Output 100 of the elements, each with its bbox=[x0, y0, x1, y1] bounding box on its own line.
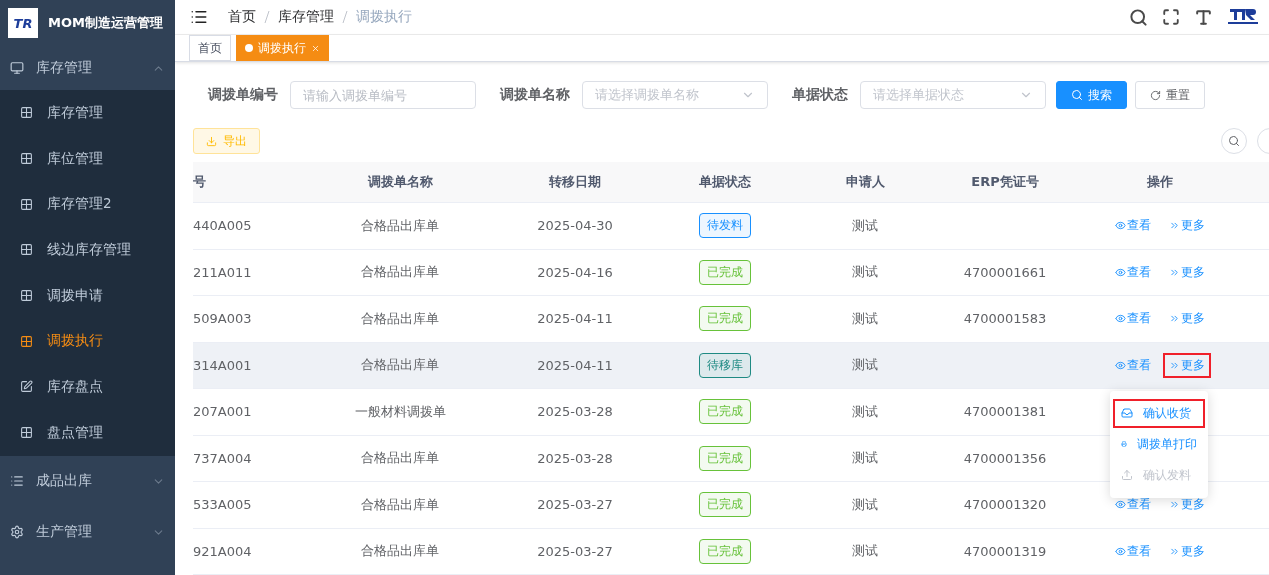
table-cell-text: 211A011 bbox=[193, 264, 253, 280]
table-cell-text: 测试 bbox=[851, 495, 879, 514]
view-link[interactable]: 查看 bbox=[1109, 213, 1157, 239]
more-link[interactable]: 更多 bbox=[1163, 538, 1211, 564]
eye-icon bbox=[1115, 359, 1126, 371]
sidebar-item[interactable]: 库存管理 bbox=[0, 90, 175, 136]
breadcrumb-item[interactable]: 库存管理 bbox=[278, 8, 334, 26]
status-tag: 已完成 bbox=[699, 306, 751, 332]
table-cell-text: 509A003 bbox=[193, 311, 253, 327]
status-tag: 已完成 bbox=[699, 492, 751, 518]
table-cell-text: 314A001 bbox=[193, 357, 253, 373]
table-cell-text: 2025-03-28 bbox=[536, 404, 614, 420]
menu-icon[interactable] bbox=[190, 8, 208, 26]
table-cell-text: 测试 bbox=[851, 402, 879, 421]
eye-icon bbox=[1115, 266, 1126, 278]
table-cell-text: 2025-04-16 bbox=[536, 264, 614, 280]
sidebar-item[interactable]: 库存管理2 bbox=[0, 181, 175, 228]
table-cell-text: 测试 bbox=[851, 263, 879, 282]
fullscreen-icon[interactable] bbox=[1162, 8, 1180, 26]
table-cell-text: 4700001320 bbox=[962, 497, 1048, 513]
table-cell-text: 合格品出库单 bbox=[360, 356, 440, 375]
logo: TR bbox=[8, 8, 38, 38]
table-cell-text: 合格品出库单 bbox=[360, 542, 440, 561]
sidebar-item[interactable]: 调拨执行 bbox=[0, 318, 175, 365]
table-cell-text: 合格品出库单 bbox=[360, 449, 440, 468]
column-header: 操作 bbox=[1146, 173, 1174, 191]
sidebar-item[interactable]: 盘点管理 bbox=[0, 409, 175, 456]
menu-item[interactable]: 确认收货 bbox=[1113, 398, 1205, 428]
reset-button[interactable]: 重置 bbox=[1135, 81, 1205, 109]
search-icon bbox=[1071, 89, 1083, 101]
search-button[interactable]: 搜索 bbox=[1056, 81, 1127, 109]
settings-icon bbox=[10, 525, 24, 539]
more-link[interactable]: 更多 bbox=[1163, 213, 1211, 239]
eye-icon bbox=[1115, 313, 1126, 325]
table-cell-text: 4700001583 bbox=[962, 311, 1048, 327]
slash-icon bbox=[264, 10, 270, 24]
search-icon[interactable] bbox=[1129, 7, 1148, 27]
search-icon bbox=[1228, 135, 1240, 147]
table-cell-text: 4700001661 bbox=[962, 264, 1048, 280]
column-header: ERP凭证号 bbox=[970, 173, 1040, 191]
breadcrumb-item: 调拨执行 bbox=[356, 8, 412, 26]
printer-icon bbox=[1121, 438, 1127, 450]
edit-icon bbox=[20, 380, 33, 394]
status-tag: 已完成 bbox=[699, 399, 751, 425]
table-cell-text: 2025-03-27 bbox=[536, 543, 614, 559]
status-tag: 待发料 bbox=[699, 213, 751, 239]
status-tag: 已完成 bbox=[699, 259, 751, 285]
table-cell-text: 2025-04-11 bbox=[536, 357, 614, 373]
sidebar-item[interactable]: 库存盘点 bbox=[0, 364, 175, 410]
app-title: MOM制造运营管理 bbox=[48, 14, 163, 32]
eye-icon bbox=[1115, 220, 1126, 232]
table-cell-text: 合格品出库单 bbox=[360, 495, 440, 514]
view-link[interactable]: 查看 bbox=[1109, 538, 1157, 564]
table-cell-text: 合格品出库单 bbox=[360, 263, 440, 282]
input-field[interactable]: 请输入调拨单编号 bbox=[290, 81, 476, 109]
table-cell-text: 4700001356 bbox=[962, 450, 1048, 466]
view-link[interactable]: 查看 bbox=[1109, 259, 1157, 285]
column-header: 单据状态 bbox=[698, 173, 752, 191]
table-cell-text: 2025-03-28 bbox=[536, 450, 614, 466]
column-header: 调拨单名称 bbox=[366, 173, 434, 191]
status-tag: 已完成 bbox=[699, 538, 751, 564]
search-button[interactable] bbox=[1221, 128, 1247, 154]
filter-label: 单据状态 bbox=[792, 86, 848, 104]
more-link[interactable]: 更多 bbox=[1163, 259, 1211, 285]
grid-icon bbox=[20, 243, 33, 257]
view-link[interactable]: 查看 bbox=[1109, 306, 1157, 332]
table-cell-text: 533A005 bbox=[193, 497, 253, 513]
download-icon bbox=[206, 135, 217, 147]
refresh-icon bbox=[1150, 89, 1161, 101]
sidebar-item[interactable]: 线边库存管理 bbox=[0, 227, 175, 273]
more-link[interactable]: 更多 bbox=[1163, 306, 1211, 332]
table-cell-text: 207A001 bbox=[193, 404, 253, 420]
monitor-icon bbox=[10, 61, 24, 75]
column-header: 号 bbox=[193, 173, 207, 191]
breadcrumb-item[interactable]: 首页 bbox=[228, 8, 256, 26]
eye-icon bbox=[1115, 499, 1126, 511]
page-tab[interactable]: 首页 bbox=[189, 35, 231, 61]
eye-icon bbox=[1115, 545, 1126, 557]
table-cell-text: 测试 bbox=[851, 542, 879, 561]
sidebar-item[interactable]: 调拨申请 bbox=[0, 272, 175, 319]
status-tag: 已完成 bbox=[699, 445, 751, 471]
column-header: 转移日期 bbox=[548, 173, 602, 191]
table-cell-text: 测试 bbox=[851, 449, 879, 468]
table-cell-text: 2025-04-11 bbox=[536, 311, 614, 327]
logo bbox=[1227, 8, 1259, 26]
list-icon bbox=[10, 474, 24, 488]
table-cell-text: 合格品出库单 bbox=[360, 216, 440, 235]
table-cell-text: 测试 bbox=[851, 309, 879, 328]
table-cell-text: 合格品出库单 bbox=[360, 309, 440, 328]
filter-label: 调拨单编号 bbox=[208, 86, 278, 104]
table-cell-text: 一般材料调拨单 bbox=[353, 402, 447, 421]
table-cell-text: 4700001319 bbox=[962, 543, 1048, 559]
table-cell-text: 测试 bbox=[851, 356, 879, 375]
table-cell-text: 921A004 bbox=[193, 543, 253, 559]
sidebar-item[interactable]: 库位管理 bbox=[0, 135, 175, 182]
slash-icon bbox=[342, 10, 348, 24]
font-size-icon[interactable] bbox=[1194, 7, 1213, 27]
table-cell-text: 2025-03-27 bbox=[536, 497, 614, 513]
table-cell-text: 737A004 bbox=[193, 450, 253, 466]
status-dot bbox=[245, 44, 253, 52]
